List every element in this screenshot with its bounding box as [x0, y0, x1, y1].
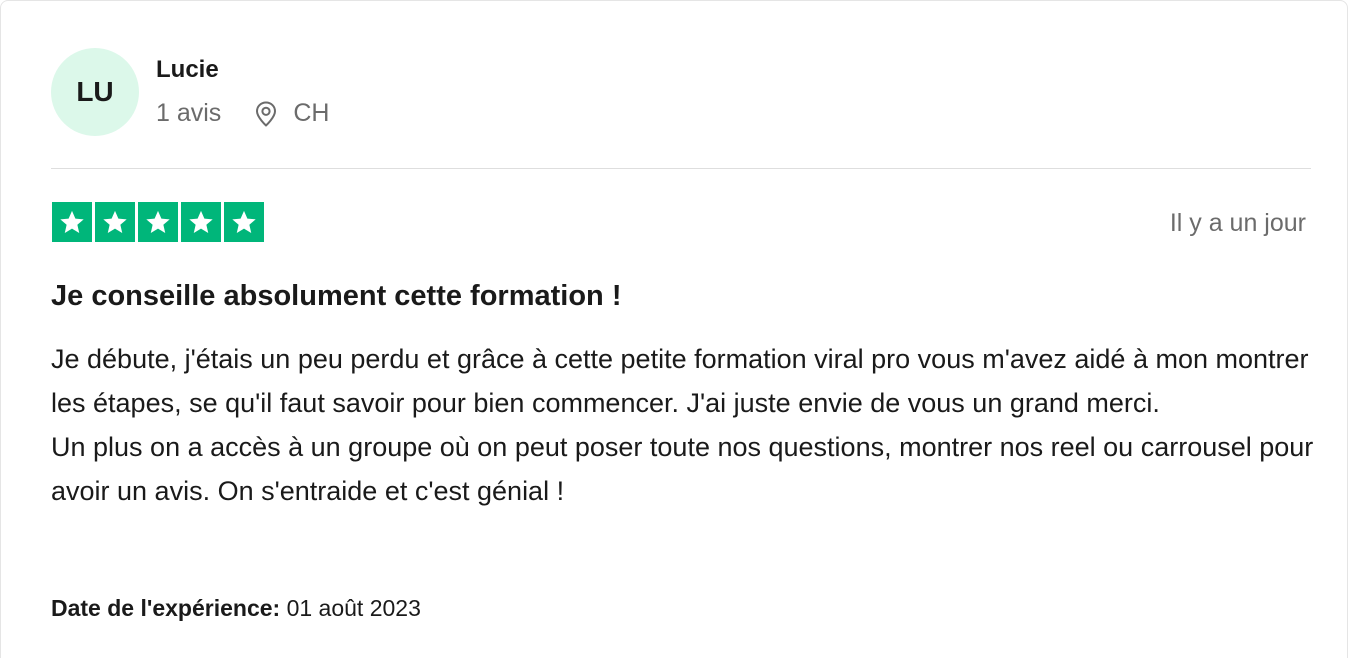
location-pin-icon	[253, 100, 279, 128]
avatar-initials: LU	[76, 76, 114, 107]
star-icon	[52, 202, 92, 242]
star-icon	[138, 202, 178, 242]
review-paragraph: Je débute, j'étais un peu perdu et grâce…	[51, 344, 1309, 418]
reviewer-location: CH	[293, 99, 330, 127]
review-title[interactable]: Je conseille absolument cette formation …	[51, 280, 621, 313]
star-icon	[95, 202, 135, 242]
star-icon	[224, 202, 264, 242]
reviewer-name[interactable]: Lucie	[156, 56, 219, 84]
divider	[51, 168, 1311, 169]
review-count: 1 avis	[156, 99, 222, 127]
review-body: Je débute, j'étais un peu perdu et grâce…	[51, 337, 1321, 513]
review-paragraph: Un plus on a accès à un groupe où on peu…	[51, 432, 1314, 506]
star-icon	[181, 202, 221, 242]
experience-date-value: 01 août 2023	[286, 595, 421, 621]
reviewer-meta: 1 avis CH	[156, 99, 329, 128]
review-relative-date: Il y a un jour	[1169, 209, 1306, 237]
avatar[interactable]: LU	[51, 48, 139, 136]
experience-date: Date de l'expérience: 01 août 2023	[51, 595, 421, 622]
star-rating	[52, 202, 267, 242]
experience-date-label: Date de l'expérience:	[51, 595, 281, 621]
review-card: LU Lucie 1 avis CH Il y a un jour Je con…	[0, 0, 1348, 658]
